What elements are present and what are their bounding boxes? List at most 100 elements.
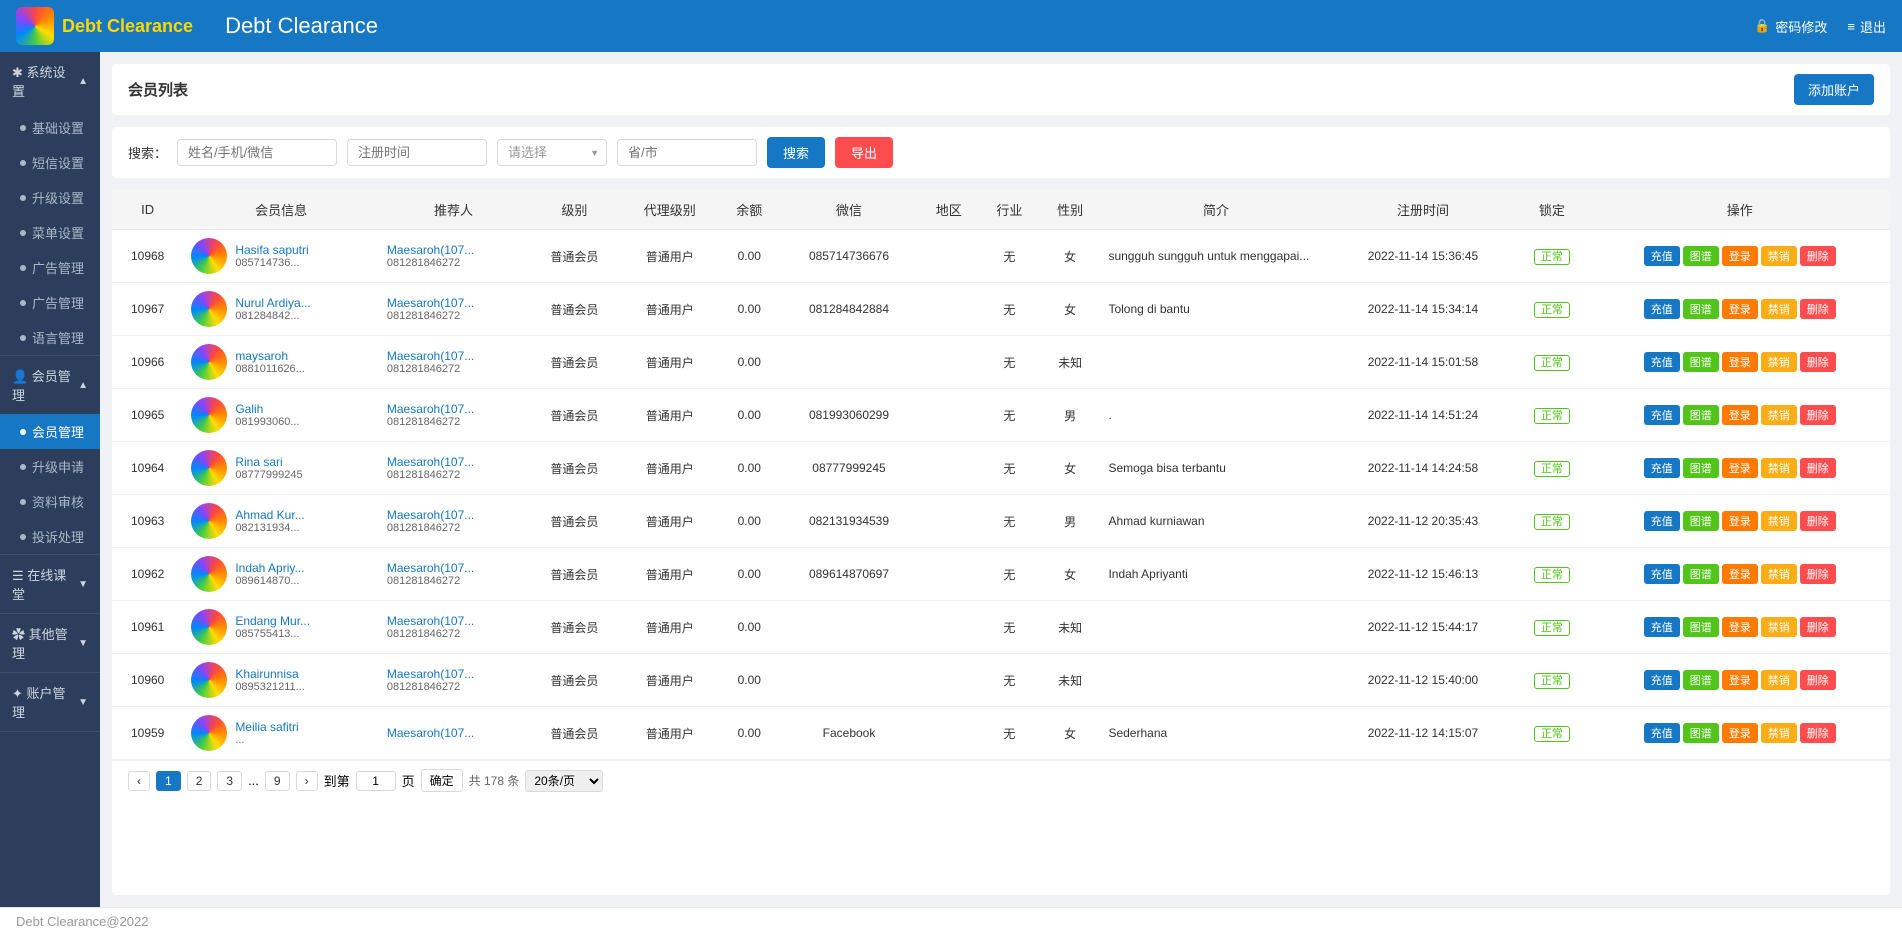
qr-button[interactable]: 图谱: [1683, 352, 1719, 372]
sidebar-item-complaint[interactable]: 投诉处理: [0, 519, 100, 554]
province-input[interactable]: [617, 139, 757, 166]
search-input[interactable]: [177, 139, 337, 166]
sidebar-item-upgrade-settings[interactable]: 升级设置: [0, 180, 100, 215]
qr-button[interactable]: 图谱: [1683, 458, 1719, 478]
action-buttons: 充值 图谱 登录 禁销 删除: [1597, 299, 1882, 319]
goto-input[interactable]: [356, 771, 396, 791]
charge-button[interactable]: 充值: [1644, 246, 1680, 266]
avatar: [191, 344, 227, 380]
search-button[interactable]: 搜索: [767, 137, 825, 168]
cell-intro: [1100, 654, 1331, 707]
login-button[interactable]: 登录: [1722, 511, 1758, 531]
forbid-button[interactable]: 禁销: [1761, 670, 1797, 690]
delete-button[interactable]: 删除: [1800, 617, 1836, 637]
delete-button[interactable]: 删除: [1800, 564, 1836, 584]
delete-button[interactable]: 删除: [1800, 405, 1836, 425]
qr-button[interactable]: 图谱: [1683, 564, 1719, 584]
login-button[interactable]: 登录: [1722, 405, 1758, 425]
member-phone: 0881011626...: [235, 363, 305, 375]
page-confirm-button[interactable]: 确定: [421, 769, 463, 792]
qr-button[interactable]: 图谱: [1683, 405, 1719, 425]
charge-button[interactable]: 充值: [1644, 352, 1680, 372]
sidebar-item-data-review[interactable]: 资料审核: [0, 484, 100, 519]
login-button[interactable]: 登录: [1722, 564, 1758, 584]
qr-button[interactable]: 图谱: [1683, 299, 1719, 319]
cell-industry: 无: [979, 336, 1040, 389]
charge-button[interactable]: 充值: [1644, 564, 1680, 584]
charge-button[interactable]: 充值: [1644, 405, 1680, 425]
logout-button[interactable]: ≡ 退出: [1847, 17, 1886, 36]
charge-button[interactable]: 充值: [1644, 458, 1680, 478]
sidebar-item-ad-management2[interactable]: 广告管理: [0, 285, 100, 320]
page-prev-button[interactable]: ‹: [128, 771, 150, 791]
charge-button[interactable]: 充值: [1644, 299, 1680, 319]
forbid-button[interactable]: 禁销: [1761, 299, 1797, 319]
dot-icon: [20, 160, 26, 166]
login-button[interactable]: 登录: [1722, 246, 1758, 266]
page-next-button[interactable]: ›: [296, 771, 318, 791]
level-select[interactable]: 请选择: [497, 139, 607, 166]
action-buttons: 充值 图谱 登录 禁销 删除: [1597, 405, 1882, 425]
page-2-button[interactable]: 2: [187, 771, 212, 791]
delete-button[interactable]: 删除: [1800, 299, 1836, 319]
sidebar-section-system-header[interactable]: ✱ 系统设置 ▲: [0, 52, 100, 110]
page-1-button[interactable]: 1: [156, 771, 181, 791]
delete-button[interactable]: 删除: [1800, 670, 1836, 690]
cell-id: 10962: [112, 548, 183, 601]
cell-balance: 0.00: [719, 283, 780, 336]
cell-level: 普通会员: [528, 548, 620, 601]
login-button[interactable]: 登录: [1722, 617, 1758, 637]
page-3-button[interactable]: 3: [217, 771, 242, 791]
forbid-button[interactable]: 禁销: [1761, 617, 1797, 637]
delete-button[interactable]: 删除: [1800, 458, 1836, 478]
forbid-button[interactable]: 禁销: [1761, 458, 1797, 478]
qr-button[interactable]: 图谱: [1683, 246, 1719, 266]
charge-button[interactable]: 充值: [1644, 617, 1680, 637]
charge-button[interactable]: 充值: [1644, 723, 1680, 743]
sidebar-section-member-header[interactable]: 👤 会员管理 ▲: [0, 356, 100, 414]
forbid-button[interactable]: 禁销: [1761, 723, 1797, 743]
login-button[interactable]: 登录: [1722, 352, 1758, 372]
export-button[interactable]: 导出: [835, 137, 893, 168]
login-button[interactable]: 登录: [1722, 458, 1758, 478]
delete-button[interactable]: 删除: [1800, 352, 1836, 372]
qr-button[interactable]: 图谱: [1683, 670, 1719, 690]
col-balance: 余额: [719, 190, 780, 230]
sidebar-item-member-list[interactable]: 会员管理: [0, 414, 100, 449]
cell-reg-time: 2022-11-14 15:01:58: [1332, 336, 1515, 389]
main-layout: ✱ 系统设置 ▲ 基础设置 短信设置 升级设置 菜单设置 广告管理: [0, 52, 1902, 907]
per-page-select[interactable]: 20条/页 50条/页 100条/页: [525, 770, 603, 792]
forbid-button[interactable]: 禁销: [1761, 246, 1797, 266]
page-9-button[interactable]: 9: [265, 771, 290, 791]
delete-button[interactable]: 删除: [1800, 723, 1836, 743]
login-button[interactable]: 登录: [1722, 670, 1758, 690]
sidebar-item-upgrade-apply[interactable]: 升级申请: [0, 449, 100, 484]
sidebar-section-other-header[interactable]: ✿ 其他管理 ▼: [0, 614, 100, 672]
member-info: Galih 081993060...: [235, 402, 299, 428]
login-button[interactable]: 登录: [1722, 299, 1758, 319]
qr-button[interactable]: 图谱: [1683, 617, 1719, 637]
date-input[interactable]: [347, 139, 487, 166]
sidebar-item-basic-settings[interactable]: 基础设置: [0, 110, 100, 145]
forbid-button[interactable]: 禁销: [1761, 511, 1797, 531]
sidebar-section-online-class-header[interactable]: ☰ 在线课堂 ▼: [0, 555, 100, 613]
forbid-button[interactable]: 禁销: [1761, 405, 1797, 425]
sidebar-item-lang-management[interactable]: 语言管理: [0, 320, 100, 355]
forbid-button[interactable]: 禁销: [1761, 352, 1797, 372]
sidebar-item-ad-management1[interactable]: 广告管理: [0, 250, 100, 285]
charge-button[interactable]: 充值: [1644, 511, 1680, 531]
password-change-button[interactable]: 🔒 密码修改: [1754, 17, 1827, 36]
charge-button[interactable]: 充值: [1644, 670, 1680, 690]
referrer-name: Maesaroh(107...: [387, 561, 520, 575]
sidebar-item-menu-settings[interactable]: 菜单设置: [0, 215, 100, 250]
delete-button[interactable]: 删除: [1800, 246, 1836, 266]
add-account-button[interactable]: 添加账户: [1794, 74, 1874, 105]
delete-button[interactable]: 删除: [1800, 511, 1836, 531]
referrer-info: Maesaroh(107...: [387, 726, 520, 740]
qr-button[interactable]: 图谱: [1683, 723, 1719, 743]
forbid-button[interactable]: 禁销: [1761, 564, 1797, 584]
qr-button[interactable]: 图谱: [1683, 511, 1719, 531]
login-button[interactable]: 登录: [1722, 723, 1758, 743]
sidebar-item-short-msg[interactable]: 短信设置: [0, 145, 100, 180]
sidebar-section-account-header[interactable]: ✦ 账户管理 ▼: [0, 673, 100, 731]
